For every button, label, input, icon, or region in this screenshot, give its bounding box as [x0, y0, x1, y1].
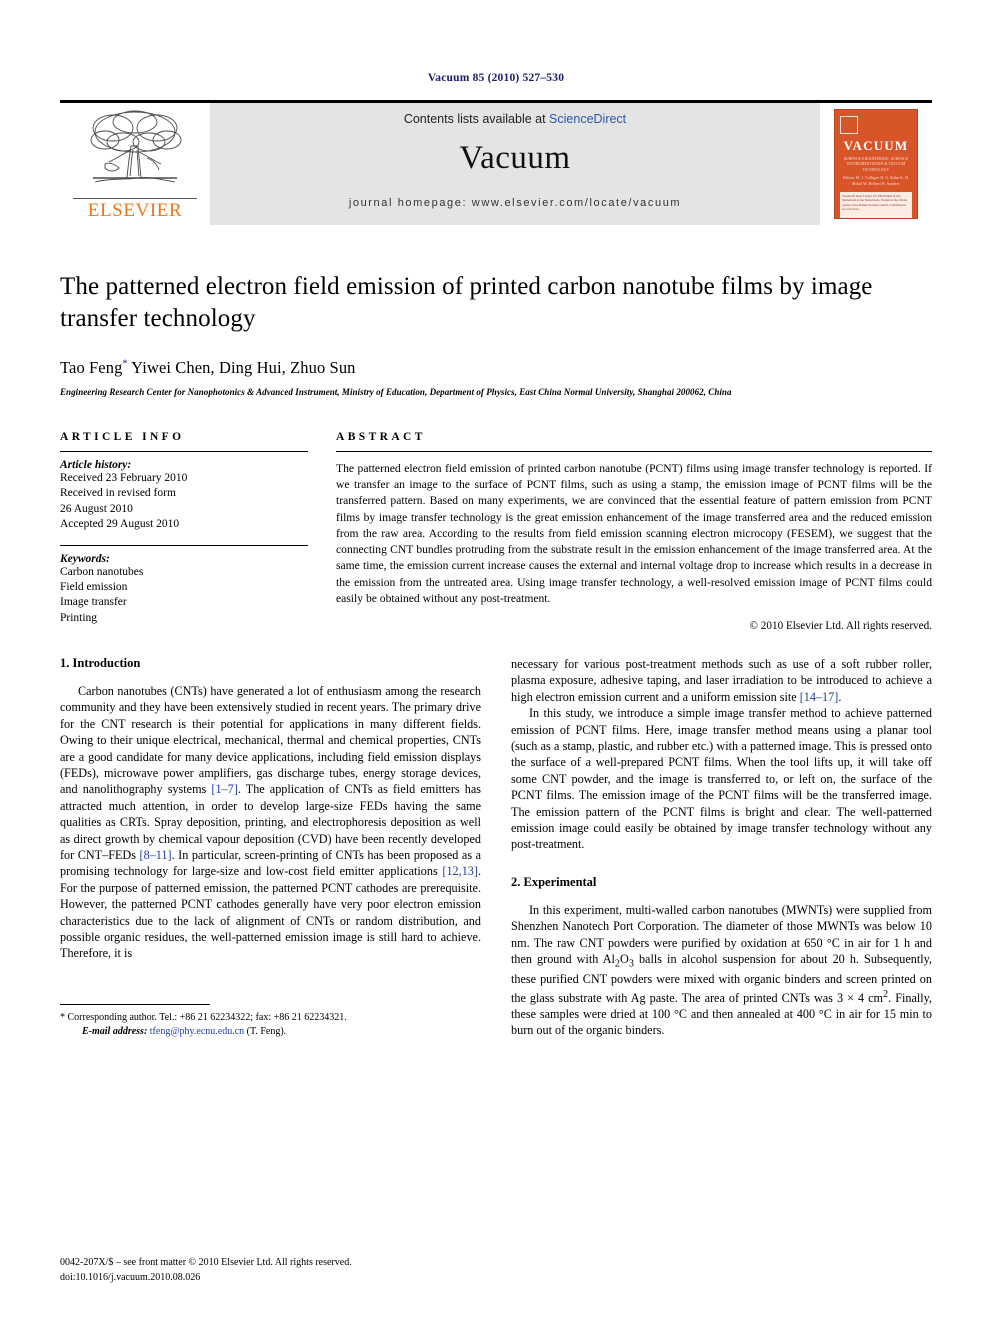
body-columns: 1. Introduction Carbon nanotubes (CNTs) … — [60, 656, 932, 1039]
cover-editors: Editors M. J. Colligon H. G. Kuhn K. H. … — [842, 176, 910, 186]
body-column-left: 1. Introduction Carbon nanotubes (CNTs) … — [60, 656, 481, 1039]
citation-ref-14-17[interactable]: [14–17] — [800, 690, 839, 704]
elsevier-logo: ELSEVIER — [73, 106, 197, 222]
elsevier-tree-icon — [90, 110, 182, 183]
keyword-item: Printing — [60, 611, 98, 624]
cover-title: VACUUM — [843, 138, 909, 153]
keyword-item: Image transfer — [60, 596, 127, 609]
abstract-column: ABSTRACT The patterned electron field em… — [336, 431, 932, 632]
doi-line[interactable]: doi:10.1016/j.vacuum.2010.08.026 — [60, 1271, 352, 1286]
article-history-item: Accepted 29 August 2010 — [60, 518, 180, 531]
experimental-paragraph-1: In this experiment, multi-walled carbon … — [511, 902, 932, 1039]
issn-copyright-line: 0042-207X/$ – see front matter © 2010 El… — [60, 1257, 352, 1268]
intro-text-d: . For the purpose of patterned emission,… — [60, 864, 481, 961]
footnote-corresponding-author: * Corresponding author. Tel.: +86 21 622… — [60, 1011, 481, 1025]
article-info-label: ARTICLE INFO — [60, 431, 185, 443]
journal-homepage-link[interactable]: journal homepage: www.elsevier.com/locat… — [349, 197, 681, 209]
citation-ref-1-7[interactable]: [1–7] — [211, 782, 237, 796]
cover-body-note: Volume 85 Issue 5 Pages 527-660 Printed … — [840, 191, 912, 218]
citation-ref-8-11[interactable]: [8–11] — [140, 848, 172, 862]
section-heading-experimental: 2. Experimental — [511, 874, 597, 889]
cover-footer: Available online at ScienceDirect — [853, 208, 899, 212]
section-heading-introduction: 1. Introduction — [60, 655, 141, 670]
footnote-email-link[interactable]: tfeng@phy.ecnu.edu.cn — [150, 1026, 244, 1037]
article-history-title: Article history: — [60, 459, 132, 471]
intro-text-e: necessary for various post-treatment met… — [511, 656, 932, 704]
publisher-logo-area: ELSEVIER — [60, 103, 210, 225]
keyword-item: Carbon nanotubes — [60, 565, 144, 578]
corresponding-author-marker: * — [122, 358, 128, 370]
authors-text: Tao Feng* Yiwei Chen, Ding Hui, Zhuo Sun — [60, 358, 356, 377]
page-footer: 0042-207X/$ – see front matter © 2010 El… — [60, 1256, 352, 1285]
intro-paragraph-1: Carbon nanotubes (CNTs) have generated a… — [60, 683, 481, 962]
journal-masthead: ELSEVIER Contents lists available at Sci… — [60, 100, 932, 225]
intro-text-a: Carbon nanotubes (CNTs) have generated a… — [60, 683, 481, 797]
abstract-text: The patterned electron field emission of… — [336, 462, 932, 605]
journal-cover-thumbnail: VACUUM SURFACE ENGINEERING, SURFACE INST… — [834, 109, 918, 219]
footnote-email-label: E-mail address: — [82, 1026, 148, 1038]
footnote-rule — [60, 1004, 210, 1006]
article-info-rule — [60, 451, 308, 452]
elsevier-wordmark: ELSEVIER — [73, 198, 197, 222]
abstract-copyright: © 2010 Elsevier Ltd. All rights reserved… — [749, 619, 933, 632]
keyword-item: Field emission — [60, 581, 128, 594]
footnote-email-line: E-mail address: tfeng@phy.ecnu.edu.cn (T… — [60, 1025, 481, 1039]
cover-subtitle: SURFACE ENGINEERING, SURFACE INSTRUMENTA… — [843, 157, 909, 172]
journal-cover-area: VACUUM SURFACE ENGINEERING, SURFACE INST… — [820, 103, 932, 225]
footnote-corresponding-text: Corresponding author. Tel.: +86 21 62234… — [67, 1012, 347, 1024]
author-list: Tao Feng* Yiwei Chen, Ding Hui, Zhuo Sun — [60, 358, 932, 378]
affiliation: Engineering Research Center for Nanophot… — [60, 387, 732, 397]
intro-text-f: . — [838, 689, 842, 704]
keywords-rule — [60, 544, 308, 546]
journal-title: Vacuum — [459, 140, 571, 176]
title-block: The patterned electron field emission of… — [60, 271, 932, 397]
abstract-label: ABSTRACT — [336, 431, 426, 443]
footnote-marker: * — [60, 1012, 65, 1024]
contents-prefix: Contents lists available at — [403, 112, 550, 126]
body-column-right: necessary for various post-treatment met… — [511, 656, 932, 1039]
article-history-item: 26 August 2010 — [60, 502, 133, 515]
citation-ref-12-13[interactable]: [12,13] — [442, 864, 478, 878]
article-info-column: ARTICLE INFO Article history: Received 2… — [60, 431, 308, 632]
intro-paragraph-2: In this study, we introduce a simple ima… — [511, 706, 932, 852]
footnote-email-suffix: (T. Feng). — [246, 1026, 287, 1038]
contents-available-line: Contents lists available at ScienceDirec… — [404, 112, 626, 126]
running-head: Vacuum 85 (2010) 527–530 — [427, 72, 565, 84]
info-abstract-row: ARTICLE INFO Article history: Received 2… — [60, 431, 932, 632]
article-title: The patterned electron field emission of… — [60, 273, 873, 332]
abstract-rule — [336, 451, 932, 452]
article-history-item: Received in revised form — [60, 487, 176, 500]
masthead-center: Contents lists available at ScienceDirec… — [210, 103, 820, 225]
paper-page: Vacuum 85 (2010) 527–530 ELSEVIER Conten… — [0, 0, 992, 1323]
exp-text-b: O — [620, 952, 629, 967]
keywords-title: Keywords: — [60, 552, 110, 565]
intro-paragraph-1-cont: necessary for various post-treatment met… — [511, 656, 932, 705]
cover-publisher-mark-icon — [840, 116, 858, 134]
sciencedirect-link[interactable]: ScienceDirect — [549, 112, 626, 126]
footnote-area: * Corresponding author. Tel.: +86 21 622… — [60, 1004, 481, 1039]
article-history-item: Received 23 February 2010 — [60, 472, 188, 484]
